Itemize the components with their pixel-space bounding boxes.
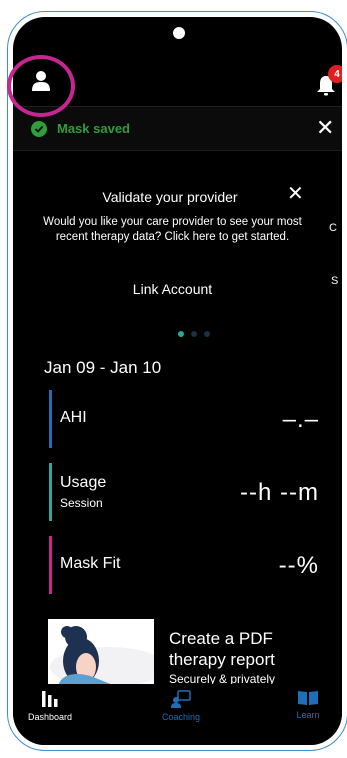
card-body: Would you like your care provider to see… bbox=[43, 216, 302, 243]
tab-label: Coaching bbox=[161, 712, 201, 722]
tab-label: Dashboard bbox=[27, 712, 73, 722]
metric-accent-bar bbox=[49, 463, 52, 521]
tab-learn[interactable]: Learn bbox=[268, 690, 342, 720]
metric-accent-bar bbox=[49, 390, 52, 448]
profile-highlight-ring bbox=[7, 55, 75, 117]
book-icon bbox=[298, 691, 318, 705]
date-range[interactable]: Jan 09 - Jan 10 bbox=[44, 358, 161, 378]
dashboard-icon bbox=[42, 691, 58, 707]
tab-label: Learn bbox=[296, 710, 320, 720]
metric-label: Mask Fit bbox=[60, 555, 121, 572]
promo-title: therapy report bbox=[169, 650, 275, 669]
card-title: Validate your provider bbox=[102, 189, 238, 205]
tab-coaching[interactable]: Coaching bbox=[141, 690, 221, 722]
metric-ahi[interactable]: AHI –.– bbox=[49, 390, 319, 448]
app-screen: 4 Mask saved ✕ Validate your provider ✕ … bbox=[13, 17, 342, 745]
next-card-peek: C bbox=[329, 222, 337, 234]
check-circle-icon bbox=[31, 121, 47, 137]
metric-value: –.– bbox=[282, 406, 319, 433]
camera-icon bbox=[170, 24, 188, 42]
next-card-peek: S bbox=[331, 275, 339, 287]
pager-dot[interactable] bbox=[178, 331, 184, 337]
carousel-pager[interactable] bbox=[178, 331, 210, 337]
pager-dot[interactable] bbox=[204, 331, 210, 337]
bottom-tab-bar: Dashboard Coaching Learn bbox=[13, 684, 342, 745]
card-close-button[interactable]: ✕ bbox=[287, 181, 304, 206]
notification-badge: 4 bbox=[328, 65, 342, 83]
metric-sublabel: Session bbox=[60, 496, 103, 510]
metric-label: AHI bbox=[60, 409, 87, 426]
toast-close-button[interactable]: ✕ bbox=[316, 115, 334, 141]
mask-saved-toast: Mask saved ✕ bbox=[13, 106, 342, 151]
metric-usage[interactable]: Usage Session --h --m bbox=[49, 463, 319, 521]
metric-mask-fit[interactable]: Mask Fit --% bbox=[49, 536, 319, 594]
toast-message: Mask saved bbox=[57, 121, 130, 136]
link-account-button[interactable]: Link Account bbox=[35, 281, 310, 297]
coaching-icon bbox=[171, 690, 191, 708]
sleeping-person-illustration bbox=[48, 619, 154, 687]
provider-card: Validate your provider ✕ Would you like … bbox=[35, 173, 325, 308]
metric-value: --% bbox=[278, 552, 319, 579]
tab-dashboard[interactable]: Dashboard bbox=[13, 690, 90, 722]
metric-value: --h --m bbox=[240, 479, 319, 506]
promo-subtitle: Securely & privately bbox=[169, 672, 276, 684]
metric-label: Usage bbox=[60, 474, 107, 491]
metric-accent-bar bbox=[49, 536, 52, 594]
promo-card[interactable]: Create a PDF therapy report bbox=[169, 628, 275, 670]
pager-dot[interactable] bbox=[191, 331, 197, 337]
promo-title: Create a PDF bbox=[169, 629, 273, 648]
